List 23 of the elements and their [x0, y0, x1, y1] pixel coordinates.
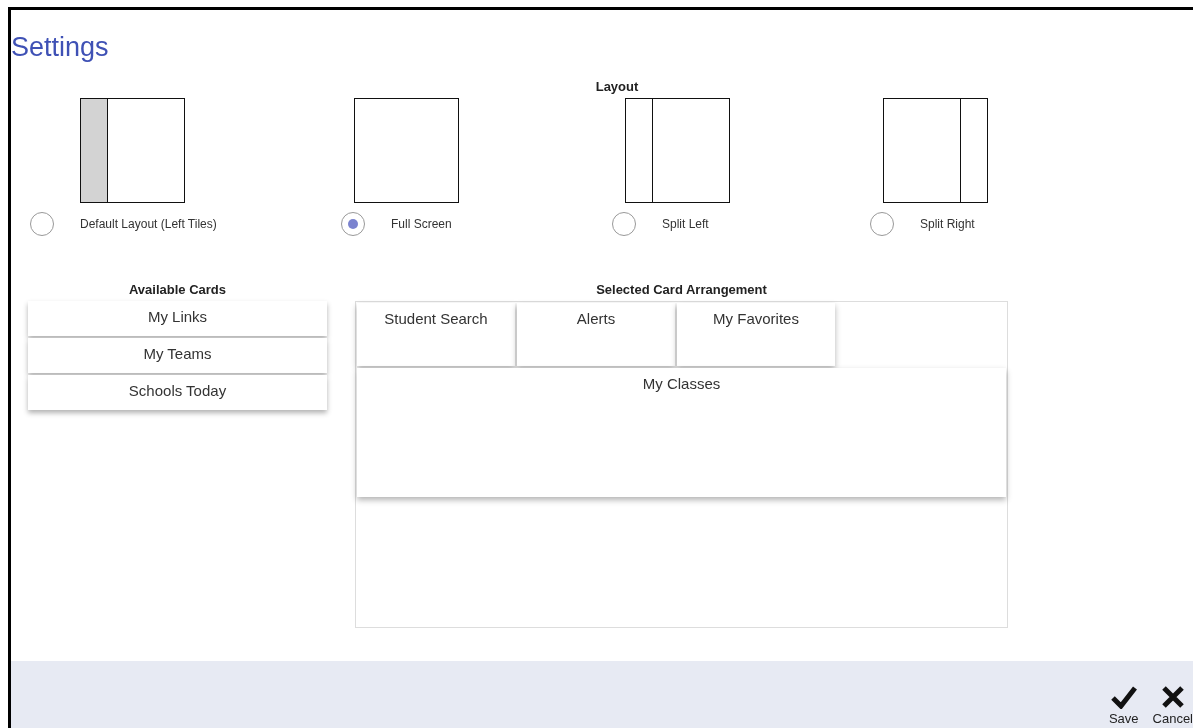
- option-label: Split Left: [661, 217, 709, 231]
- option-label: Default Layout (Left Tiles): [79, 217, 217, 231]
- radio-button[interactable]: [341, 212, 365, 236]
- card-item[interactable]: My Links: [28, 301, 327, 336]
- card-tile[interactable]: My Favorites: [677, 303, 835, 366]
- section-heading: Layout: [594, 79, 640, 94]
- section-heading: Available Cards: [127, 282, 228, 297]
- radio-button[interactable]: [870, 212, 894, 236]
- card-tile[interactable]: Alerts: [517, 303, 675, 366]
- radio-button[interactable]: [30, 212, 54, 236]
- card-item[interactable]: My Teams: [28, 338, 327, 373]
- card-tile[interactable]: My Classes: [357, 368, 1006, 497]
- dialog-title: Settings: [11, 31, 110, 63]
- cancel-button[interactable]: Cancel: [1152, 685, 1193, 726]
- card-tile[interactable]: Student Search: [357, 303, 515, 366]
- card-item[interactable]: Schools Today: [28, 375, 327, 410]
- save-button[interactable]: Save: [1108, 685, 1139, 726]
- checkmark-icon: [1110, 685, 1137, 709]
- option-label: Full Screen: [390, 217, 452, 231]
- section-heading: Selected Card Arrangement: [595, 282, 768, 297]
- close-icon: [1160, 685, 1185, 709]
- radio-button[interactable]: [612, 212, 636, 236]
- option-label: Split Right: [919, 217, 975, 231]
